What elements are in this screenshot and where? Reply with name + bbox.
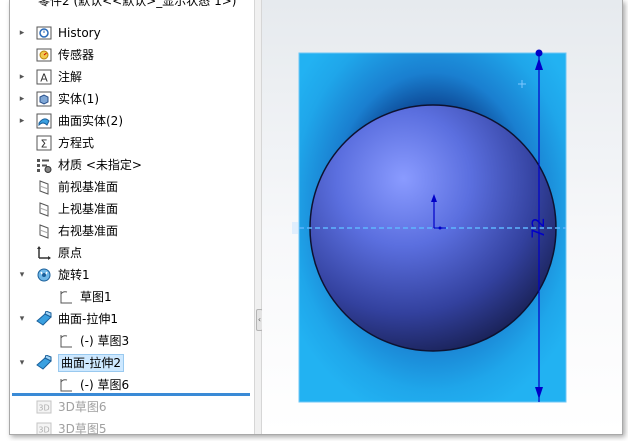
svg-text:Σ: Σ [41,138,48,151]
sketch-icon [58,289,74,305]
tree-item-annotations[interactable]: ▸ A 注解 [10,66,254,88]
solid-body-icon [36,91,52,107]
tree-item-solid-bodies[interactable]: ▸ 实体(1) [10,88,254,110]
svg-text:A: A [40,72,48,85]
tree-item-equations[interactable]: Σ 方程式 [10,132,254,154]
tree-item-history[interactable]: ▸ History [10,22,254,44]
tree-item-sketch1[interactable]: 草图1 [10,286,254,308]
tree-item-label: 方程式 [58,136,95,150]
tree-item-label: 曲面-拉伸2 [58,354,124,372]
panel-edge-mark [292,222,298,234]
expand-arrow-icon[interactable]: ▸ [16,114,28,128]
origin-icon [36,245,52,261]
expand-arrow-icon[interactable]: ▸ [16,70,28,84]
3d-sketch-icon: 3D [36,421,52,434]
graphics-area[interactable]: 72 [262,0,622,434]
sketch-icon [58,333,74,349]
panel-splitter[interactable]: ‹ [254,0,263,434]
3d-sketch-icon: 3D [36,399,52,415]
tree-item-right-plane[interactable]: 右视基准面 [10,220,254,242]
collapse-arrow-icon[interactable]: ▾ [16,356,28,370]
annotation-icon: A [36,69,52,85]
tree-item-label: 草图1 [80,290,112,304]
sketch-icon [58,377,74,393]
tree-item-3dsketch6[interactable]: 3D 3D草图6 [10,396,254,418]
plane-icon [36,223,52,239]
collapse-arrow-icon[interactable]: ▾ [16,312,28,326]
expand-arrow-icon[interactable]: ▸ [16,92,28,106]
dimension-label[interactable]: 72 [529,217,549,239]
tree-item-label: (-) 草图3 [80,334,130,348]
tree-item-label: 传感器 [58,48,95,62]
svg-text:3D: 3D [38,404,49,413]
model-view[interactable]: 72 [262,0,622,434]
equation-icon: Σ [36,135,52,151]
plane-icon [36,179,52,195]
history-icon [36,25,52,41]
tree-item-label: 曲面-拉伸1 [58,312,118,326]
tree-item-label: 上视基准面 [58,202,119,216]
surface-body-icon [36,113,52,129]
svg-text:3D: 3D [38,426,49,435]
tree-item-surface-extrude1[interactable]: ▾ 曲面-拉伸1 [10,308,254,330]
tree-item-material[interactable]: 材质 <未指定> [10,154,254,176]
tree-item-front-plane[interactable]: 前视基准面 [10,176,254,198]
collapse-arrow-icon[interactable]: ▾ [16,268,28,282]
tree-item-label: 注解 [58,70,83,84]
feature-tree: 零件2 (默认<<默认>_显示状态 1>) ▸ History 传感器 ▸ A 注解 ▸ 实体… [10,0,254,434]
part-title: 零件2 (默认<<默认>_显示状态 1>) [38,0,237,8]
tree-item-label: 3D草图5 [58,422,107,434]
tree-item-label: 前视基准面 [58,180,119,194]
revolve-icon [36,267,52,283]
tree-item-surface-bodies[interactable]: ▸ 曲面实体(2) [10,110,254,132]
tree-item-label: 原点 [58,246,83,260]
tree-item-label: History [58,26,101,40]
tree-item-sketch3[interactable]: (-) 草图3 [10,330,254,352]
expand-arrow-icon[interactable]: ▸ [16,26,28,40]
feature-manager-window: 零件2 (默认<<默认>_显示状态 1>) ▸ History 传感器 ▸ A 注解 ▸ 实体… [9,0,623,435]
tree-item-label: 旋转1 [58,268,90,282]
plane-icon [36,201,52,217]
tree-item-sensors[interactable]: 传感器 [10,44,254,66]
material-icon [36,157,52,173]
origin-point [438,226,442,230]
tree-item-label: (-) 草图6 [80,378,130,392]
tree-item-3dsketch5[interactable]: 3D 3D草图5 [10,418,254,434]
tree-item-surface-extrude2[interactable]: ▾ 曲面-拉伸2 [10,352,254,374]
tree-item-label: 3D草图6 [58,400,107,414]
tree-item-label: 右视基准面 [58,224,119,238]
tree-header: 零件2 (默认<<默认>_显示状态 1>) [10,0,254,10]
sensor-icon [36,47,52,63]
dimension-endpoint[interactable] [535,49,543,57]
tree-item-label: 曲面实体(2) [58,114,123,128]
tree-item-label: 实体(1) [58,92,99,106]
tree-item-origin[interactable]: 原点 [10,242,254,264]
rollback-bar[interactable] [12,393,250,396]
tree-item-label: 材质 <未指定> [58,158,142,172]
surface-extrude-icon [36,310,52,327]
surface-extrude-icon [36,354,52,371]
tree-item-top-plane[interactable]: 上视基准面 [10,198,254,220]
tree-item-revolve1[interactable]: ▾ 旋转1 [10,264,254,286]
